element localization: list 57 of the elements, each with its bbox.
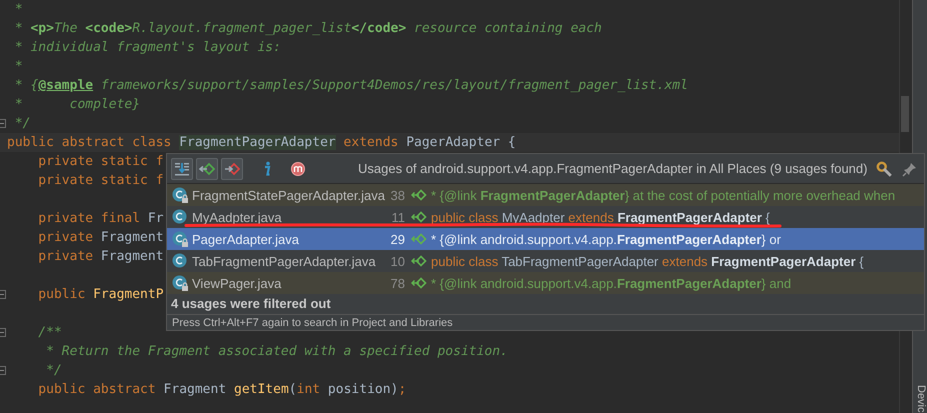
code-line: private Fragment <box>37 248 164 266</box>
file-name: ViewPager.java <box>192 276 282 290</box>
code-line: /** <box>37 324 62 342</box>
side-tab[interactable]: Devic <box>914 385 927 413</box>
code-line: * Return the Fragment associated with a specified position. <box>45 343 508 361</box>
merge-button[interactable] <box>171 158 193 180</box>
usage-arrow-icon <box>411 255 427 267</box>
code-line: * <box>14 1 23 19</box>
usage-row[interactable]: ViewPager.java 78 * {@link android.support.v4.app.FragmentPagerAdapter} and <box>167 272 924 294</box>
class-icon <box>172 275 188 291</box>
usage-row[interactable]: FragmentStatePagerAdapter.java 38 * {@link FragmentPagerAdapter} at the cost of potentially more overhead when <box>167 184 924 206</box>
next-button[interactable] <box>221 158 243 180</box>
usage-preview: public class MyAadpter extends FragmentPagerAdapter { <box>431 210 770 224</box>
line-number: 38 <box>390 188 405 202</box>
class-icon <box>172 187 188 203</box>
code-line: * {@sample frameworks/support/samples/Support4Demos/res/layout/fragment_pager_list.xml <box>14 77 688 95</box>
merge-icon <box>174 160 190 176</box>
class-icon <box>172 253 188 269</box>
pin-icon[interactable] <box>902 160 918 176</box>
previous-icon <box>199 160 215 176</box>
code-line: * <p>The <code>R.layout.fragment_pager_list</code> resource containing each <box>14 20 602 38</box>
code-line: * complete} <box>14 96 140 114</box>
class-icon <box>172 231 188 247</box>
usage-preview: * {@link android.support.v4.app.FragmentPagerAdapter} or <box>431 232 781 246</box>
code-line: * individual fragment's layout is: <box>14 39 281 57</box>
code-line: public FragmentP <box>37 286 164 304</box>
file-name: MyAadpter.java <box>192 210 283 224</box>
file-name: FragmentStatePagerAdapter.java <box>192 188 385 202</box>
line-number: 78 <box>390 276 405 290</box>
line-number: 29 <box>390 232 405 246</box>
class-icon <box>172 209 188 225</box>
code-line: private Fragment <box>37 229 164 247</box>
code-line: */ <box>45 362 62 380</box>
usage-arrow-icon <box>411 277 427 289</box>
code-line: public abstract Fragment getItem(int position); <box>37 381 406 399</box>
code-line: public abstract class FragmentPagerAdapter extends PagerAdapter { <box>7 134 516 152</box>
module-icon <box>290 160 306 176</box>
usage-arrow-icon <box>411 189 427 201</box>
usage-preview: public class TabFragmentPagerAdapter extends FragmentPagerAdapter { <box>431 254 864 268</box>
file-name: TabFragmentPagerAdapter.java <box>192 254 377 268</box>
usage-row[interactable]: PagerAdapter.java 29 * {@link android.support.v4.app.FragmentPagerAdapter} or <box>167 228 924 250</box>
code-line: private static f <box>37 172 164 190</box>
usage-arrow-icon <box>411 211 427 223</box>
usage-arrow-icon <box>411 233 427 245</box>
code-line: private static f <box>37 153 164 171</box>
usage-preview: * {@link FragmentPagerAdapter} at the cost of potentially more overhead when <box>431 188 896 202</box>
scroll-thumb[interactable] <box>901 96 909 132</box>
usage-preview: * {@link android.support.v4.app.FragmentPagerAdapter} and <box>431 276 792 290</box>
line-number: 11 <box>390 210 405 224</box>
line-number: 10 <box>390 254 405 268</box>
popup-title: Usages of android.support.v4.app.FragmentPagerAdapter in All Places (9 usages found) <box>358 161 868 176</box>
code-line: * <box>14 58 23 76</box>
code-line: private final Fr <box>37 210 164 228</box>
file-name: PagerAdapter.java <box>192 232 300 246</box>
next-icon <box>224 160 240 176</box>
code-line: */ <box>14 115 30 133</box>
previous-button[interactable] <box>196 158 218 180</box>
